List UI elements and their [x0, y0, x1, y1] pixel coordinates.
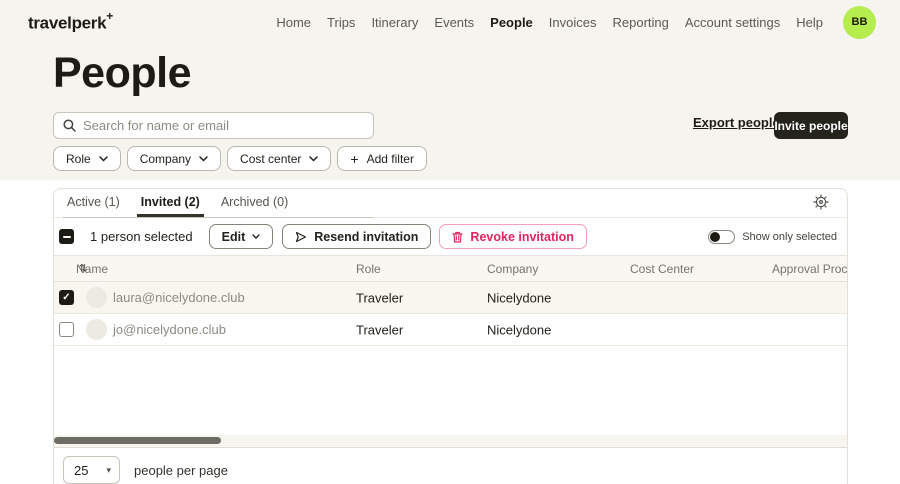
chevron-down-icon — [309, 156, 318, 162]
select-all-checkbox[interactable] — [59, 229, 74, 244]
chevron-down-icon — [199, 156, 208, 162]
row-company: Nicelydone — [487, 290, 551, 305]
people-page: travelperk+ Home Trips Itinerary Events … — [0, 0, 900, 484]
pagination-bar: 25 ▾ people per page — [54, 447, 847, 484]
revoke-label: Revoke invitation — [470, 230, 574, 244]
avatar — [86, 319, 107, 340]
chevron-down-icon — [252, 234, 260, 239]
column-header-role: Role — [356, 262, 381, 276]
row-email: jo@nicelydone.club — [113, 322, 226, 337]
nav-item-people[interactable]: People — [490, 15, 533, 30]
filters-row: Role Company Cost center + Add filter — [53, 146, 427, 171]
row-checkbox-unchecked[interactable] — [59, 322, 74, 337]
per-page-value: 25 — [74, 463, 88, 478]
revoke-invitation-button[interactable]: Revoke invitation — [439, 224, 587, 249]
nav-item-reporting[interactable]: Reporting — [612, 15, 668, 30]
row-role: Traveler — [356, 322, 403, 337]
invite-people-button[interactable]: Invite people — [774, 112, 848, 139]
column-header-company: Company — [487, 262, 538, 276]
export-people-link[interactable]: Export people — [693, 115, 780, 130]
tab-active[interactable]: Active (1) — [63, 195, 124, 217]
caret-down-icon: ▾ — [106, 465, 111, 476]
horizontal-scrollbar-thumb[interactable] — [54, 437, 221, 444]
per-page-select[interactable]: 25 ▾ — [63, 456, 120, 484]
nav-item-invoices[interactable]: Invoices — [549, 15, 597, 30]
company-filter-label: Company — [140, 152, 191, 166]
logo-plus-mark: + — [106, 9, 113, 23]
show-only-selected-control: Show only selected — [708, 230, 847, 244]
gear-icon[interactable] — [813, 194, 829, 210]
people-table-card: Active (1) Invited (2) Archived (0) — [53, 188, 848, 484]
role-filter-dropdown[interactable]: Role — [53, 146, 121, 171]
company-filter-dropdown[interactable]: Company — [127, 146, 221, 171]
row-checkbox-checked[interactable]: ✓ — [59, 290, 74, 305]
trash-icon — [452, 231, 463, 243]
avatar — [86, 287, 107, 308]
table-row: jo@nicelydone.club Traveler Nicelydone — [54, 314, 847, 346]
selection-action-bar: 1 person selected Edit Resend invitation… — [54, 218, 847, 256]
row-company: Nicelydone — [487, 322, 551, 337]
per-page-label: people per page — [134, 463, 228, 478]
search-input[interactable] — [83, 118, 364, 133]
send-icon — [295, 231, 307, 243]
table-header-row: Name⇅ Role Company Cost Center Approval … — [54, 256, 847, 282]
table-empty-area — [54, 346, 847, 435]
cost-center-filter-dropdown[interactable]: Cost center — [227, 146, 331, 171]
logo-text: travelperk — [28, 13, 106, 32]
tab-archived[interactable]: Archived (0) — [217, 195, 292, 217]
toggle-knob — [710, 232, 720, 242]
nav-item-events[interactable]: Events — [434, 15, 474, 30]
top-navbar: travelperk+ Home Trips Itinerary Events … — [0, 0, 900, 44]
add-filter-button[interactable]: + Add filter — [337, 146, 427, 171]
edit-label: Edit — [222, 230, 246, 244]
search-icon — [63, 119, 76, 132]
edit-dropdown-button[interactable]: Edit — [209, 224, 274, 249]
chevron-down-icon — [99, 156, 108, 162]
indeterminate-mark — [63, 236, 71, 238]
show-only-selected-label: Show only selected — [742, 231, 837, 243]
row-role: Traveler — [356, 290, 403, 305]
row-email: laura@nicelydone.club — [113, 290, 245, 305]
table-row: ✓ laura@nicelydone.club Traveler Nicelyd… — [54, 282, 847, 314]
sort-icon: ⇅ — [79, 263, 87, 274]
user-avatar[interactable]: BB — [843, 6, 876, 39]
add-filter-label: Add filter — [367, 152, 414, 166]
role-filter-label: Role — [66, 152, 91, 166]
resend-label: Resend invitation — [314, 230, 418, 244]
tab-invited[interactable]: Invited (2) — [137, 195, 204, 217]
nav-item-account-settings[interactable]: Account settings — [685, 15, 780, 30]
show-only-selected-toggle[interactable] — [708, 230, 735, 244]
travelperk-logo[interactable]: travelperk+ — [28, 11, 113, 34]
nav-items: Home Trips Itinerary Events People Invoi… — [276, 6, 876, 39]
plus-icon: + — [350, 152, 358, 166]
nav-item-home[interactable]: Home — [276, 15, 311, 30]
search-box — [53, 112, 374, 139]
nav-item-itinerary[interactable]: Itinerary — [371, 15, 418, 30]
nav-item-trips[interactable]: Trips — [327, 15, 355, 30]
column-header-approval-process: Approval Process — [772, 262, 848, 276]
column-header-cost-center: Cost Center — [630, 262, 694, 276]
resend-invitation-button[interactable]: Resend invitation — [282, 224, 431, 249]
selection-count: 1 person selected — [90, 229, 193, 244]
horizontal-scrollbar[interactable] — [54, 435, 847, 447]
nav-item-help[interactable]: Help — [796, 15, 823, 30]
page-title: People — [53, 50, 191, 97]
cost-center-filter-label: Cost center — [240, 152, 301, 166]
tabs-underline — [63, 217, 374, 218]
tab-strip: Active (1) Invited (2) Archived (0) — [54, 189, 847, 218]
check-mark: ✓ — [62, 293, 70, 303]
